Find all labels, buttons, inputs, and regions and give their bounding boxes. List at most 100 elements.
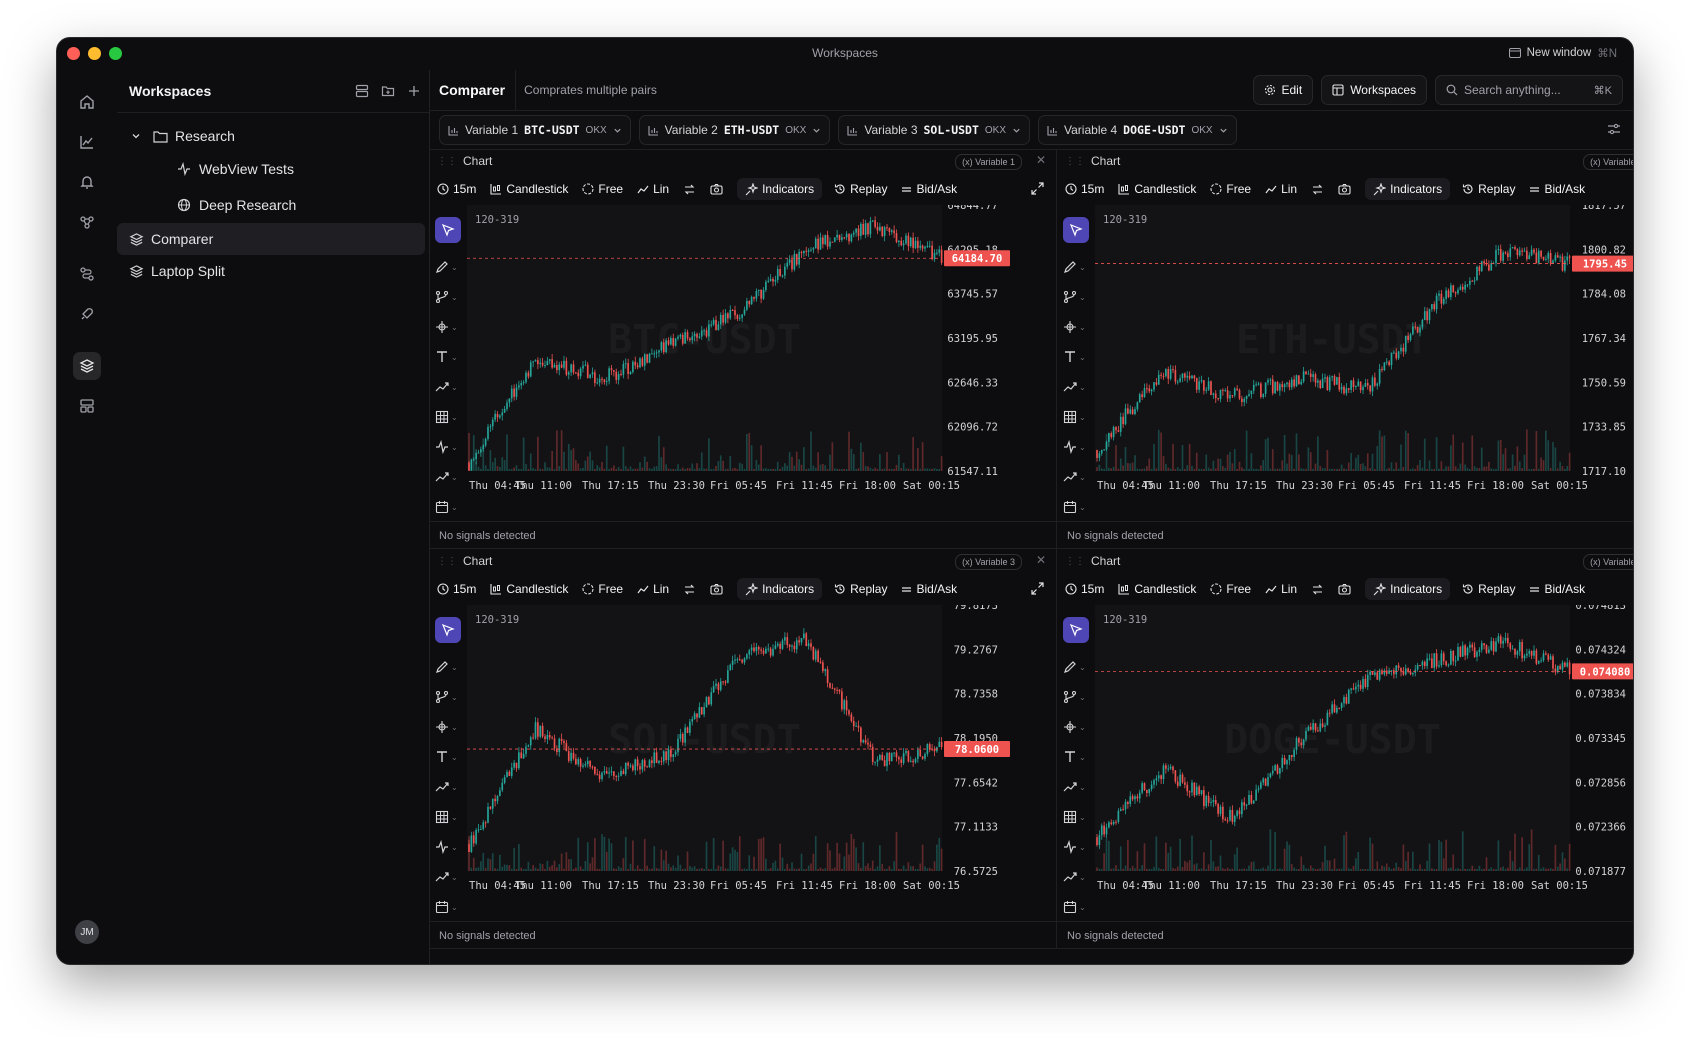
drawing-tool[interactable]: ⌄ [435,807,465,827]
cursor-tool[interactable] [435,617,461,643]
plus-icon[interactable] [407,84,421,98]
drawing-tool[interactable]: ⌄ [435,467,465,487]
sidebar-item-webview-tests[interactable]: WebView Tests [117,153,425,185]
edit-button[interactable]: Edit [1252,75,1314,105]
drawing-tool[interactable]: ⌄ [435,747,465,767]
screenshot-button[interactable] [1338,183,1351,195]
interval-selector[interactable]: 15m [1065,182,1104,196]
chart-type-selector[interactable]: Candlestick [1118,182,1196,196]
drawing-tool[interactable]: ⌄ [435,717,465,737]
interval-selector[interactable]: 15m [437,182,476,196]
drawing-tool[interactable]: ⌄ [1063,437,1093,457]
price-chart[interactable]: BTC-USDT120-31964844.7764295.1863745.576… [467,205,1052,521]
cursor-tool[interactable] [1063,217,1089,243]
scale-button[interactable]: Lin [1265,582,1297,596]
sidebar-item-deep-research[interactable]: Deep Research [117,189,425,221]
replay-button[interactable]: Replay [834,582,887,596]
bid-ask-button[interactable]: Bid/Ask [1529,582,1585,596]
close-icon[interactable]: ✕ [1036,153,1046,167]
cursor-tool[interactable] [435,217,461,243]
interval-selector[interactable]: 15m [1065,582,1104,596]
sidebar-item-research[interactable]: Research [117,120,425,152]
free-mode-button[interactable]: Free [1210,582,1251,596]
search-input[interactable]: Search anything... ⌘K [1435,75,1623,105]
workspaces-button[interactable]: Workspaces [1321,75,1427,105]
drawing-tool[interactable]: ⌄ [435,897,465,917]
tab-comparer[interactable]: Comparer [429,70,517,110]
sidebar-item-comparer[interactable]: Comparer [117,223,425,255]
variable-selector-1[interactable]: Variable 1 BTC-USDT OKX [439,115,631,145]
compare-button[interactable] [683,183,696,196]
replay-button[interactable]: Replay [1462,582,1515,596]
drawing-tool[interactable]: ⌄ [1063,257,1093,277]
drawing-tool[interactable]: ⌄ [435,777,465,797]
drawing-tool[interactable]: ⌄ [1063,897,1093,917]
new-folder-icon[interactable] [381,84,395,98]
avatar[interactable]: JM [75,920,99,944]
free-mode-button[interactable]: Free [582,582,623,596]
drawing-tool[interactable]: ⌄ [1063,747,1093,767]
drawing-tool[interactable]: ⌄ [1063,347,1093,367]
drawing-tool[interactable]: ⌄ [1063,717,1093,737]
scale-button[interactable]: Lin [637,582,669,596]
bell-icon[interactable] [73,168,101,196]
expand-icon[interactable] [1031,182,1044,198]
scale-button[interactable]: Lin [637,182,669,196]
drawing-tool[interactable]: ⌄ [1063,377,1093,397]
variable-selector-3[interactable]: Variable 3 SOL-USDT OKX [838,115,1031,145]
price-chart[interactable]: SOL-USDT120-31979.817379.276778.735878.1… [467,605,1052,921]
screenshot-button[interactable] [710,583,723,595]
chart-type-selector[interactable]: Candlestick [1118,582,1196,596]
drawing-tool[interactable]: ⌄ [435,287,465,307]
drawing-tool[interactable]: ⌄ [435,497,465,517]
compare-button[interactable] [683,583,696,596]
flow-icon[interactable] [73,260,101,288]
drawing-tool[interactable]: ⌄ [435,837,465,857]
replay-button[interactable]: Replay [834,182,887,196]
drawing-tool[interactable]: ⌄ [435,377,465,397]
indicators-button[interactable]: Indicators [737,178,823,200]
cursor-tool[interactable] [1063,617,1089,643]
drag-handle-icon[interactable]: ⋮⋮ [437,556,457,567]
chart-line-icon[interactable] [73,128,101,156]
drawing-tool[interactable]: ⌄ [1063,467,1093,487]
rocket-icon[interactable] [73,300,101,328]
sliders-icon[interactable] [1607,122,1621,136]
replay-button[interactable]: Replay [1462,182,1515,196]
screenshot-button[interactable] [710,183,723,195]
drawing-tool[interactable]: ⌄ [1063,807,1093,827]
new-layout-icon[interactable] [355,84,369,98]
price-chart[interactable]: DOGE-USDT120-3190.0748130.0743240.073834… [1095,605,1634,921]
drawing-tool[interactable]: ⌄ [1063,657,1093,677]
drawing-tool[interactable]: ⌄ [1063,287,1093,307]
drawing-tool[interactable]: ⌄ [435,657,465,677]
drawing-tool[interactable]: ⌄ [435,347,465,367]
layout-icon[interactable] [73,392,101,420]
drawing-tool[interactable]: ⌄ [435,317,465,337]
close-icon[interactable]: ✕ [1036,553,1046,567]
layers-icon[interactable] [73,352,101,380]
drawing-tool[interactable]: ⌄ [435,867,465,887]
sidebar-item-laptop-split[interactable]: Laptop Split [117,255,425,287]
compare-button[interactable] [1311,183,1324,196]
bid-ask-button[interactable]: Bid/Ask [901,582,957,596]
scale-button[interactable]: Lin [1265,182,1297,196]
price-chart[interactable]: ETH-USDT120-3191817.571800.821784.081767… [1095,205,1634,521]
drawing-tool[interactable]: ⌄ [1063,317,1093,337]
drawing-tool[interactable]: ⌄ [1063,497,1093,517]
drawing-tool[interactable]: ⌄ [1063,837,1093,857]
indicators-button[interactable]: Indicators [1365,578,1451,600]
drawing-tool[interactable]: ⌄ [1063,687,1093,707]
indicators-button[interactable]: Indicators [1365,178,1451,200]
chart-type-selector[interactable]: Candlestick [490,582,568,596]
drawing-tool[interactable]: ⌄ [1063,407,1093,427]
drawing-tool[interactable]: ⌄ [435,407,465,427]
free-mode-button[interactable]: Free [1210,182,1251,196]
bid-ask-button[interactable]: Bid/Ask [901,182,957,196]
variable-selector-2[interactable]: Variable 2 ETH-USDT OKX [638,115,831,145]
compare-button[interactable] [1311,583,1324,596]
chart-type-selector[interactable]: Candlestick [490,182,568,196]
drag-handle-icon[interactable]: ⋮⋮ [1065,556,1085,567]
interval-selector[interactable]: 15m [437,582,476,596]
drawing-tool[interactable]: ⌄ [1063,777,1093,797]
